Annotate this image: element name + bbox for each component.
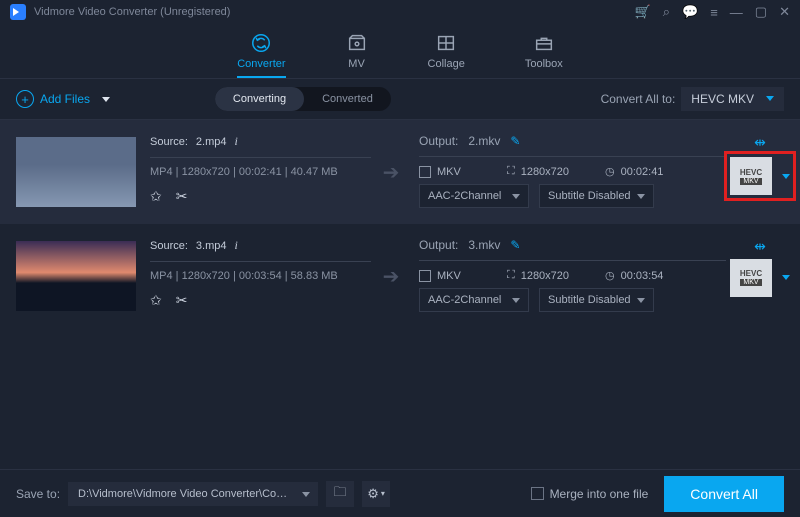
source-meta: MP4 | 1280x720 | 00:03:54 | 58.83 MB — [150, 270, 371, 282]
source-meta: MP4 | 1280x720 | 00:02:41 | 40.47 MB — [150, 166, 371, 178]
plus-icon: + — [16, 90, 34, 108]
settings-button[interactable]: ⚙▾ — [362, 481, 390, 507]
close-icon[interactable]: ✕ — [779, 4, 790, 20]
audio-select[interactable]: AAC-2Channel — [419, 288, 529, 312]
chevron-down-icon — [302, 492, 310, 497]
key-icon[interactable]: ⌕ — [663, 4, 670, 20]
clock-icon: ◷ — [605, 165, 615, 178]
file-item[interactable]: Source: 3.mp4 i MP4 | 1280x720 | 00:03:5… — [0, 224, 800, 328]
film-icon — [419, 166, 431, 178]
convert-all-format-select[interactable]: HEVC MKV — [681, 87, 784, 111]
star-icon[interactable]: ✩ — [150, 188, 162, 205]
tab-collage[interactable]: Collage — [428, 32, 465, 78]
format-badge: HEVC MKV — [730, 259, 772, 297]
output-label: Output: — [419, 134, 458, 148]
film-icon — [419, 270, 431, 282]
window-title: Vidmore Video Converter (Unregistered) — [34, 6, 230, 18]
thumbnail[interactable] — [16, 137, 136, 207]
cart-icon[interactable]: 🛒 — [635, 4, 651, 20]
minimize-icon[interactable]: — — [730, 5, 743, 20]
info-icon[interactable]: i — [235, 238, 238, 253]
compress-icon[interactable]: ⇹ — [754, 238, 766, 255]
checkbox-icon — [531, 487, 544, 500]
main-tabs: Converter MV Collage Toolbox — [0, 24, 800, 78]
source-label: Source: — [150, 136, 188, 148]
arrow-icon: ➔ — [371, 160, 411, 185]
star-icon[interactable]: ✩ — [150, 292, 162, 309]
feedback-icon[interactable]: 💬 — [682, 4, 698, 20]
format-badge: HEVC MKV — [730, 157, 772, 195]
file-item[interactable]: Source: 2.mp4 i MP4 | 1280x720 | 00:02:4… — [0, 120, 800, 224]
app-logo — [10, 4, 26, 20]
compress-icon[interactable]: ⇹ — [754, 134, 766, 151]
save-to-label: Save to: — [16, 487, 60, 501]
source-filename: 2.mp4 — [196, 136, 227, 148]
clock-icon: ◷ — [605, 269, 615, 282]
file-list: Source: 2.mp4 i MP4 | 1280x720 | 00:02:4… — [0, 120, 800, 328]
chevron-down-icon — [782, 174, 790, 179]
convert-all-button[interactable]: Convert All — [664, 476, 784, 512]
subtitle-select[interactable]: Subtitle Disabled — [539, 184, 654, 208]
open-folder-button[interactable]: 🗀 — [326, 481, 354, 507]
scissors-icon[interactable]: ✂ — [176, 292, 188, 309]
status-converting[interactable]: Converting — [215, 87, 304, 111]
subtitle-select[interactable]: Subtitle Disabled — [539, 288, 654, 312]
resolution-icon: ⛶ — [507, 165, 515, 178]
scissors-icon[interactable]: ✂ — [176, 188, 188, 205]
source-label: Source: — [150, 240, 188, 252]
save-path-select[interactable]: D:\Vidmore\Vidmore Video Converter\Conve… — [68, 482, 318, 506]
edit-icon[interactable]: ✎ — [510, 134, 520, 148]
chevron-down-icon[interactable] — [102, 97, 110, 102]
audio-select[interactable]: AAC-2Channel — [419, 184, 529, 208]
merge-checkbox[interactable]: Merge into one file — [531, 487, 649, 501]
toolbar: + Add Files Converting Converted Convert… — [0, 78, 800, 120]
add-files-button[interactable]: + Add Files — [16, 90, 110, 108]
convert-all-to-label: Convert All to: — [601, 92, 676, 106]
source-filename: 3.mp4 — [196, 240, 227, 252]
tab-converter[interactable]: Converter — [237, 32, 285, 78]
status-tabs: Converting Converted — [215, 87, 391, 111]
titlebar: Vidmore Video Converter (Unregistered) 🛒… — [0, 0, 800, 24]
tab-toolbox[interactable]: Toolbox — [525, 32, 563, 78]
output-filename: 2.mkv — [468, 134, 500, 148]
tab-mv[interactable]: MV — [346, 32, 368, 78]
resolution-icon: ⛶ — [507, 269, 515, 282]
format-picker[interactable]: HEVC MKV — [730, 259, 790, 297]
menu-icon[interactable]: ≡ — [710, 5, 718, 20]
edit-icon[interactable]: ✎ — [510, 238, 520, 252]
output-filename: 3.mkv — [468, 238, 500, 252]
status-converted[interactable]: Converted — [304, 87, 391, 111]
chevron-down-icon — [766, 96, 774, 101]
arrow-icon: ➔ — [371, 264, 411, 289]
info-icon[interactable]: i — [235, 134, 238, 149]
bottom-bar: Save to: D:\Vidmore\Vidmore Video Conver… — [0, 469, 800, 517]
format-picker-highlighted[interactable]: HEVC MKV — [724, 151, 796, 201]
maximize-icon[interactable]: ▢ — [755, 4, 767, 20]
thumbnail[interactable] — [16, 241, 136, 311]
output-label: Output: — [419, 238, 458, 252]
chevron-down-icon — [782, 275, 790, 280]
